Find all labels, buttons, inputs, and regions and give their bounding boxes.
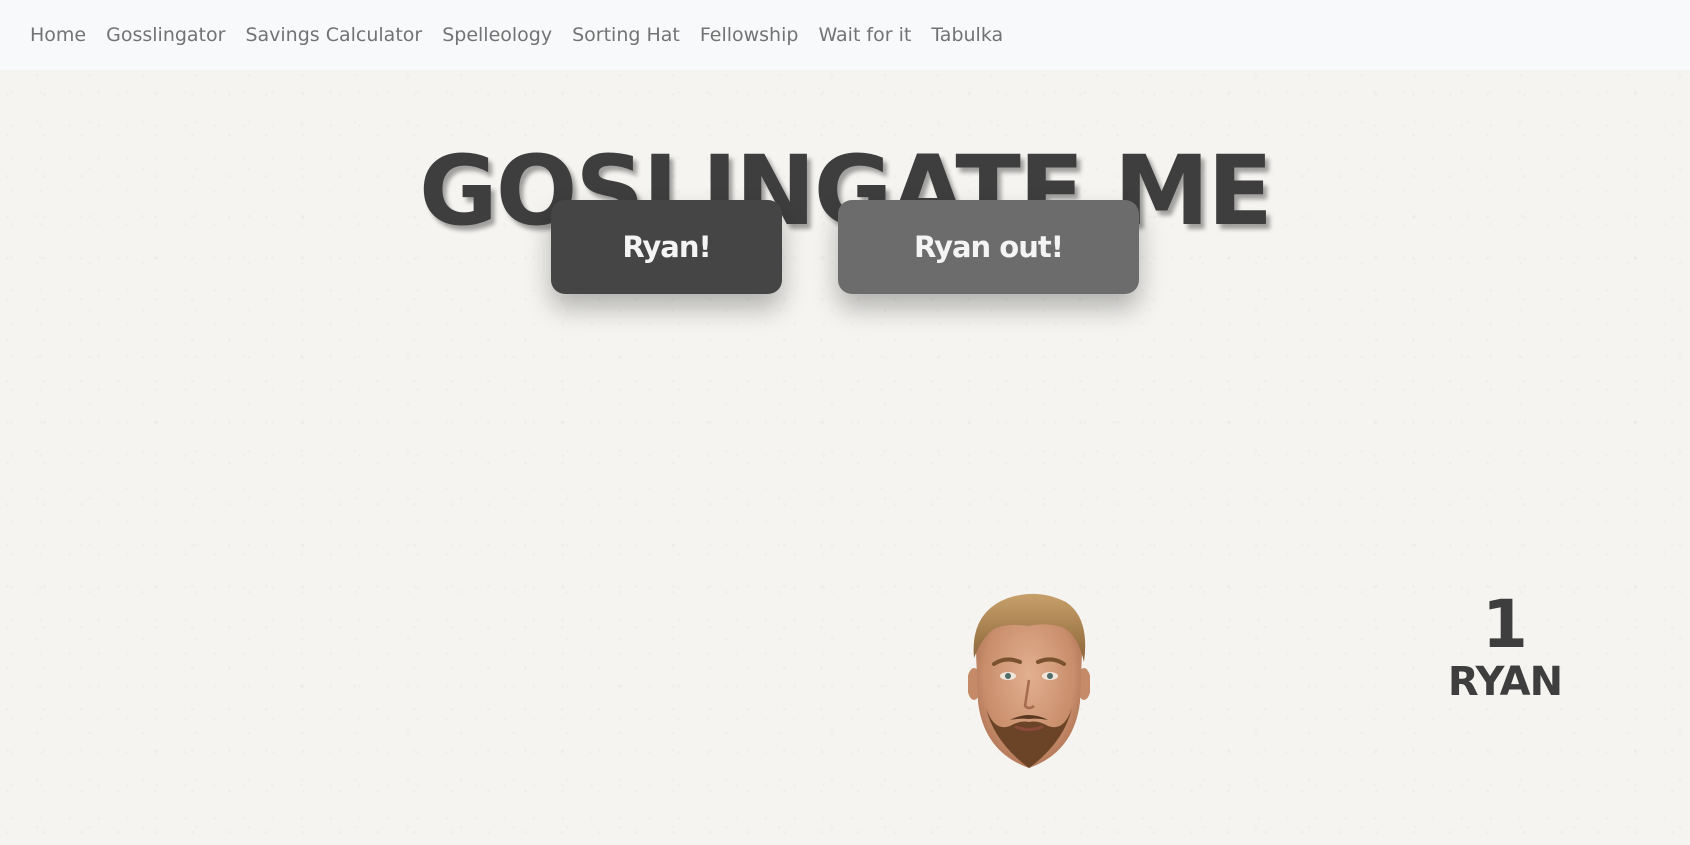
ryan-counter: 1 RYAN	[1420, 586, 1590, 705]
nav-item-tabulka[interactable]: Tabulka	[921, 24, 1013, 46]
nav-item-sorting-hat[interactable]: Sorting Hat	[562, 24, 690, 46]
nav-item-fellowship[interactable]: Fellowship	[690, 24, 809, 46]
counter-value: 1	[1482, 586, 1528, 663]
add-ryan-button[interactable]: Ryan!	[551, 200, 782, 294]
counter-label: RYAN	[1447, 659, 1563, 705]
nav-item-wait-for-it[interactable]: Wait for it	[808, 24, 921, 46]
nav-item-savings-calculator[interactable]: Savings Calculator	[235, 24, 432, 46]
top-navbar: Home Gosslingator Savings Calculator Spe…	[0, 0, 1690, 70]
nav-item-gosslingator[interactable]: Gosslingator	[96, 24, 235, 46]
nav-item-home[interactable]: Home	[20, 24, 96, 46]
nav-item-spelleology[interactable]: Spelleology	[432, 24, 562, 46]
ryan-face-image	[967, 592, 1091, 770]
remove-ryan-button[interactable]: Ryan out!	[838, 200, 1139, 294]
